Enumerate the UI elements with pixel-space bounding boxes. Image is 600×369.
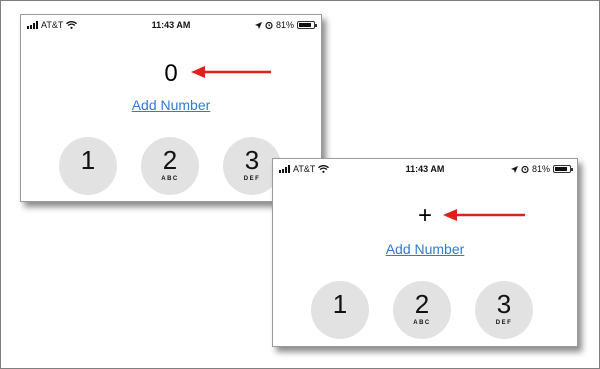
alarm-clock-icon [265,21,273,29]
battery-icon [553,165,573,173]
location-arrow-icon [254,21,262,29]
battery-percent: 81% [531,164,550,174]
location-arrow-icon [510,165,518,173]
keypad-key-2[interactable]: 2 ABC [141,137,199,195]
key-digit: 2 [162,145,178,175]
battery-icon [297,21,317,29]
key-digit: 2 [414,289,430,319]
keypad-key-1[interactable]: 1 [311,281,369,339]
status-bar: AT&T 11:43 AM 81% [273,159,577,179]
key-letters: DEF [495,320,513,326]
add-number-link[interactable]: Add Number [21,97,321,113]
key-letters: ABC [413,320,431,326]
key-digit: 1 [332,289,348,319]
dialed-number-display: 0 [164,60,178,87]
alarm-clock-icon [521,165,529,173]
battery-percent: 81% [275,20,294,30]
key-letters: ABC [161,176,179,182]
key-digit: 1 [80,145,96,175]
keypad-key-3[interactable]: 3 DEF [475,281,533,339]
dialer-screenshot-plus: AT&T 11:43 AM 81% + Add Number 1 2 ABC 3… [272,158,578,347]
keypad-key-1[interactable]: 1 [59,137,117,195]
red-arrow-icon [191,66,271,78]
status-bar: AT&T 11:43 AM 81% [21,15,321,35]
key-digit: 3 [496,289,512,319]
dialed-number-display: + [417,202,432,229]
add-number-link[interactable]: Add Number [273,241,577,257]
keypad-key-2[interactable]: 2 ABC [393,281,451,339]
red-arrow-icon [443,209,525,221]
